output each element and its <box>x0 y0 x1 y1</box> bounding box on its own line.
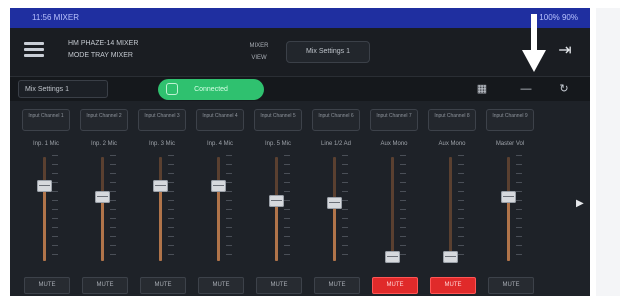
channel-strip: Input Channel 3 Inp. 3 Mic MUTE <box>134 101 190 296</box>
fader-knob[interactable] <box>443 250 458 263</box>
fader-level <box>43 186 46 261</box>
channel-name: Inp. 3 Mic <box>148 141 175 147</box>
fader-track[interactable] <box>449 157 452 261</box>
source-select[interactable]: Input Channel 2 <box>80 109 128 131</box>
fader-track[interactable] <box>391 157 394 261</box>
connect-label: Connected <box>194 86 228 93</box>
header: HM PHAZE-14 MIXER MODE TRAY MIXER MIXER … <box>10 28 590 76</box>
fader-knob[interactable] <box>211 180 226 193</box>
fader-scale <box>400 155 410 263</box>
fader-scale <box>458 155 468 263</box>
fader-scale <box>226 155 236 263</box>
arrow-down-icon <box>522 14 546 72</box>
channel-name: Inp. 5 Mic <box>264 141 291 147</box>
channel-name: Master Vol <box>495 141 525 147</box>
mute-button[interactable]: MUTE <box>314 277 360 294</box>
chevron-right-icon[interactable]: ▶ <box>576 198 584 209</box>
device-info: HM PHAZE-14 MIXER MODE TRAY MIXER <box>68 38 138 62</box>
plug-icon <box>166 83 178 95</box>
mute-button[interactable]: MUTE <box>198 277 244 294</box>
minus-icon[interactable]: — <box>518 81 534 97</box>
fader-level <box>333 202 336 261</box>
channel-name: Aux Mono <box>438 141 466 147</box>
mute-button[interactable]: MUTE <box>372 277 418 294</box>
fader-knob[interactable] <box>37 180 52 193</box>
mute-button[interactable]: MUTE <box>140 277 186 294</box>
view-select[interactable]: Mix Settings 1 <box>18 80 108 98</box>
fader-level <box>101 196 104 261</box>
fader-scale <box>342 155 352 263</box>
source-select[interactable]: Input Channel 7 <box>370 109 418 131</box>
fader-knob[interactable] <box>501 190 516 203</box>
status-bar: 11:56 MIXER 100% 90% <box>10 8 590 28</box>
source-select[interactable]: Input Channel 1 <box>22 109 70 131</box>
fader-level <box>159 186 162 261</box>
status-left: 11:56 MIXER <box>32 13 79 22</box>
fader-knob[interactable] <box>153 180 168 193</box>
channel-strip: Input Channel 5 Inp. 5 Mic MUTE <box>250 101 306 296</box>
channel-strip: Input Channel 4 Inp. 4 Mic MUTE <box>192 101 248 296</box>
exit-icon[interactable]: ⇥ <box>554 40 576 62</box>
device-line-1: HM PHAZE-14 MIXER <box>68 40 139 47</box>
fader-level <box>507 196 510 261</box>
fader-scale <box>516 155 526 263</box>
channel-name: Inp. 4 Mic <box>206 141 233 147</box>
source-select[interactable]: Input Channel 3 <box>138 109 186 131</box>
menu-icon[interactable] <box>24 42 44 58</box>
fader-knob[interactable] <box>95 190 110 203</box>
background-strip <box>596 8 620 296</box>
source-select[interactable]: Input Channel 9 <box>486 109 534 131</box>
channel-name: Inp. 1 Mic <box>32 141 59 147</box>
context-label: MIXER VIEW <box>249 43 269 61</box>
channel-strip: Input Channel 9 Master Vol MUTE <box>482 101 538 296</box>
channel-strip: Input Channel 8 Aux Mono MUTE <box>424 101 480 296</box>
fader-knob[interactable] <box>385 250 400 263</box>
source-select[interactable]: Input Channel 8 <box>428 109 476 131</box>
channel-strip: Input Channel 6 Line 1/2 Ad MUTE <box>308 101 364 296</box>
context-select[interactable]: Mix Settings 1 <box>286 41 370 63</box>
channel-name: Aux Mono <box>380 141 408 147</box>
mute-button[interactable]: MUTE <box>24 277 70 294</box>
fader-scale <box>168 155 178 263</box>
mute-button[interactable]: MUTE <box>488 277 534 294</box>
save-icon[interactable]: ▦ <box>474 81 490 97</box>
fader-knob[interactable] <box>269 194 284 207</box>
source-select[interactable]: Input Channel 4 <box>196 109 244 131</box>
device-line-2: MODE TRAY MIXER <box>68 52 133 59</box>
fader-scale <box>284 155 294 263</box>
source-select[interactable]: Input Channel 5 <box>254 109 302 131</box>
fader-level <box>217 186 220 261</box>
channel-strip: Input Channel 2 Inp. 2 Mic MUTE <box>76 101 132 296</box>
channel-name: Line 1/2 Ad <box>320 141 352 147</box>
mute-button[interactable]: MUTE <box>256 277 302 294</box>
toolbar: Mix Settings 1 Connected ▦ — ↻ <box>10 76 590 102</box>
source-select[interactable]: Input Channel 6 <box>312 109 360 131</box>
channel-strip: Input Channel 7 Aux Mono MUTE <box>366 101 422 296</box>
mixer-panel: Input Channel 1 Inp. 1 Mic MUTE Input Chann… <box>10 101 590 296</box>
fader-level <box>275 200 278 261</box>
refresh-icon[interactable]: ↻ <box>556 81 572 97</box>
fader-knob[interactable] <box>327 196 342 209</box>
channel-name: Inp. 2 Mic <box>90 141 117 147</box>
mute-button[interactable]: MUTE <box>430 277 476 294</box>
fader-scale <box>52 155 62 263</box>
connect-button[interactable]: Connected <box>158 79 264 100</box>
app-window: 11:56 MIXER 100% 90% HM PHAZE-14 MIXER M… <box>10 8 590 296</box>
fader-scale <box>110 155 120 263</box>
mute-button[interactable]: MUTE <box>82 277 128 294</box>
channel-strip: Input Channel 1 Inp. 1 Mic MUTE <box>18 101 74 296</box>
